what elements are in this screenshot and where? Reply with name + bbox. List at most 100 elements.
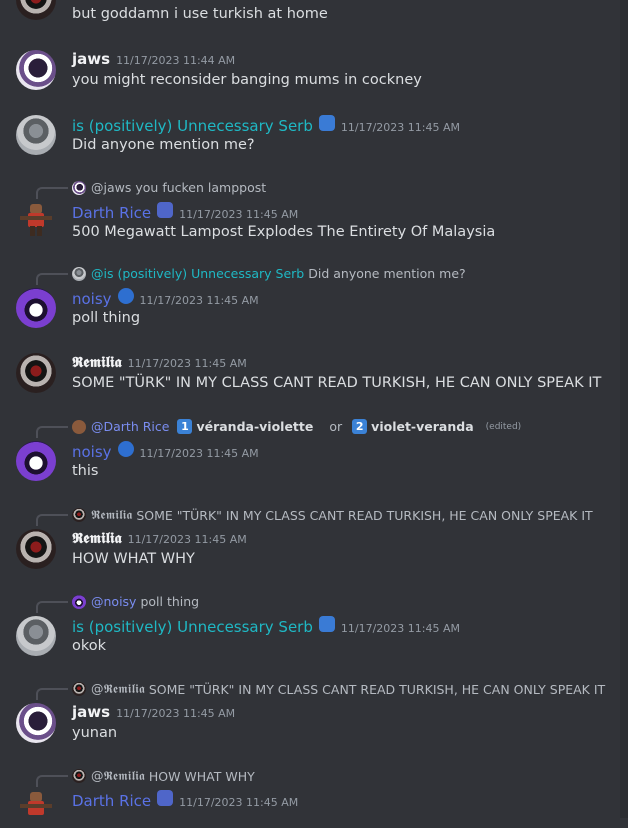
avatar[interactable] — [16, 788, 56, 828]
timestamp: 11/17/2023 11:44 AM — [116, 54, 236, 67]
timestamp: 11/17/2023 11:45 AM — [116, 707, 236, 720]
message-header: 𝕽𝖊𝖒𝖎𝖑𝖎𝖆 11/17/2023 11:45 AM — [72, 529, 247, 547]
reply-spine — [36, 273, 68, 285]
message-header: jaws 11/17/2023 11:44 AM — [72, 50, 235, 68]
username[interactable]: is (positively) Unnecessary Serb — [72, 618, 313, 636]
reply-mention[interactable]: @𝕽𝖊𝖒𝖎𝖑𝖎𝖆 — [91, 768, 145, 784]
reply-preview[interactable]: @is (positively) Unnecessary Serb Did an… — [72, 266, 466, 281]
reply-spine — [36, 187, 68, 199]
reply-preview[interactable]: @𝕽𝖊𝖒𝖎𝖑𝖎𝖆 HOW WHAT WHY — [72, 768, 255, 784]
reply-spine — [36, 514, 68, 526]
username[interactable]: jaws — [72, 50, 110, 68]
reply-text: SOME "TÜRK" IN MY CLASS CANT READ TURKIS… — [136, 507, 593, 523]
timestamp: 11/17/2023 11:45 AM — [127, 357, 247, 370]
edited-label: (edited) — [485, 421, 522, 432]
message-content: you might reconsider banging mums in coc… — [72, 72, 422, 88]
message-content: 500 Megawatt Lampost Explodes The Entire… — [72, 224, 496, 240]
avatar[interactable] — [16, 703, 56, 743]
keycap-one-icon: 1 — [177, 419, 193, 434]
timestamp: 11/17/2023 11:45 AM — [139, 447, 259, 460]
reply-text: Did anyone mention me? — [308, 266, 466, 281]
reply-avatar — [72, 508, 86, 522]
message-header: noisy 11/17/2023 11:45 AM — [72, 441, 259, 461]
reply-preview[interactable]: @noisy poll thing — [72, 594, 199, 609]
poll-option: violet-veranda — [371, 419, 474, 434]
avatar[interactable] — [16, 288, 56, 328]
message-header: Darth Rice 11/17/2023 11:45 AM — [72, 790, 298, 810]
poll-separator: or — [329, 419, 343, 434]
message-content: Did anyone mention me? — [72, 137, 255, 153]
message-header: 𝕽𝖊𝖒𝖎𝖑𝖎𝖆 11/17/2023 11:45 AM — [72, 353, 247, 371]
reply-avatar — [72, 769, 86, 783]
username[interactable]: 𝕽𝖊𝖒𝖎𝖑𝖎𝖆 — [72, 353, 122, 371]
reply-avatar — [72, 180, 86, 195]
reply-avatar — [72, 266, 86, 281]
username[interactable]: noisy — [72, 443, 112, 461]
role-badge-icon — [117, 441, 134, 457]
scrollbar[interactable] — [620, 0, 628, 818]
message-header: jaws 11/17/2023 11:45 AM — [72, 703, 235, 721]
avatar[interactable] — [16, 115, 56, 155]
message-content: okok — [72, 638, 107, 654]
reply-mention[interactable]: 𝕽𝖊𝖒𝖎𝖑𝖎𝖆 — [91, 507, 132, 523]
timestamp: 11/17/2023 11:45 AM — [139, 294, 259, 307]
avatar[interactable] — [16, 0, 56, 20]
message-content: SOME "TÜRK" IN MY CLASS CANT READ TURKIS… — [72, 375, 602, 391]
message-header: noisy 11/17/2023 11:45 AM — [72, 288, 259, 308]
role-badge-icon — [318, 115, 335, 131]
avatar[interactable] — [16, 353, 56, 393]
message-content: this — [72, 463, 99, 479]
reply-mention[interactable]: @is (positively) Unnecessary Serb — [91, 266, 304, 281]
reply-preview[interactable]: 𝕽𝖊𝖒𝖎𝖑𝖎𝖆 SOME "TÜRK" IN MY CLASS CANT REA… — [72, 507, 593, 523]
reply-mention[interactable]: @jaws — [91, 180, 131, 195]
timestamp: 11/17/2023 11:45 AM — [127, 533, 247, 546]
message-content: poll thing — [72, 310, 141, 326]
reply-mention[interactable]: @Darth Rice — [91, 419, 169, 434]
reply-text: HOW WHAT WHY — [148, 768, 255, 784]
reply-mention[interactable]: @𝕽𝖊𝖒𝖎𝖑𝖎𝖆 — [91, 681, 145, 697]
reply-spine — [36, 688, 68, 700]
reply-avatar — [72, 594, 86, 609]
reply-mention[interactable]: @noisy — [91, 594, 136, 609]
timestamp: 11/17/2023 11:45 AM — [340, 121, 460, 134]
reply-spine — [36, 601, 68, 613]
role-badge-icon — [318, 616, 335, 632]
username[interactable]: Darth Rice — [72, 792, 151, 810]
avatar[interactable] — [16, 200, 56, 240]
message-content: but goddamn i use turkish at home — [72, 6, 328, 22]
message-header: is (positively) Unnecessary Serb 11/17/2… — [72, 115, 460, 135]
soldier-icon — [20, 204, 52, 236]
reply-preview[interactable]: @jaws you fucken lamppost — [72, 180, 266, 195]
avatar[interactable] — [16, 529, 56, 569]
role-badge-icon — [157, 790, 174, 806]
message-content: HOW WHAT WHY — [72, 551, 195, 567]
username[interactable]: noisy — [72, 290, 112, 308]
reply-preview[interactable]: @𝕽𝖊𝖒𝖎𝖑𝖎𝖆 SOME "TÜRK" IN MY CLASS CANT RE… — [72, 681, 605, 697]
username[interactable]: jaws — [72, 703, 110, 721]
reply-spine — [36, 775, 68, 787]
avatar[interactable] — [16, 441, 56, 481]
reply-spine — [36, 426, 68, 438]
username[interactable]: is (positively) Unnecessary Serb — [72, 117, 313, 135]
message-header: is (positively) Unnecessary Serb 11/17/2… — [72, 616, 460, 636]
reply-preview[interactable]: @Darth Rice 1 véranda-violette or 2 viol… — [72, 419, 521, 434]
role-badge-icon — [117, 288, 134, 304]
poll-option: véranda-violette — [196, 419, 314, 434]
timestamp: 11/17/2023 11:45 AM — [179, 796, 299, 809]
timestamp: 11/17/2023 11:45 AM — [179, 208, 299, 221]
message-header: Darth Rice 11/17/2023 11:45 AM — [72, 202, 298, 222]
reply-text: SOME "TÜRK" IN MY CLASS CANT READ TURKIS… — [148, 681, 606, 697]
username[interactable]: 𝕽𝖊𝖒𝖎𝖑𝖎𝖆 — [72, 529, 122, 547]
avatar[interactable] — [16, 616, 56, 656]
timestamp: 11/17/2023 11:45 AM — [340, 622, 460, 635]
soldier-icon — [20, 792, 52, 815]
role-badge-icon — [157, 202, 174, 218]
reply-text: poll thing — [140, 594, 200, 609]
reply-avatar — [72, 419, 86, 434]
username[interactable]: Darth Rice — [72, 204, 151, 222]
message-content: yunan — [72, 725, 118, 741]
avatar[interactable] — [16, 50, 56, 90]
keycap-two-icon: 2 — [352, 419, 368, 434]
reply-avatar — [72, 682, 86, 696]
reply-text: you fucken lamppost — [135, 180, 267, 195]
